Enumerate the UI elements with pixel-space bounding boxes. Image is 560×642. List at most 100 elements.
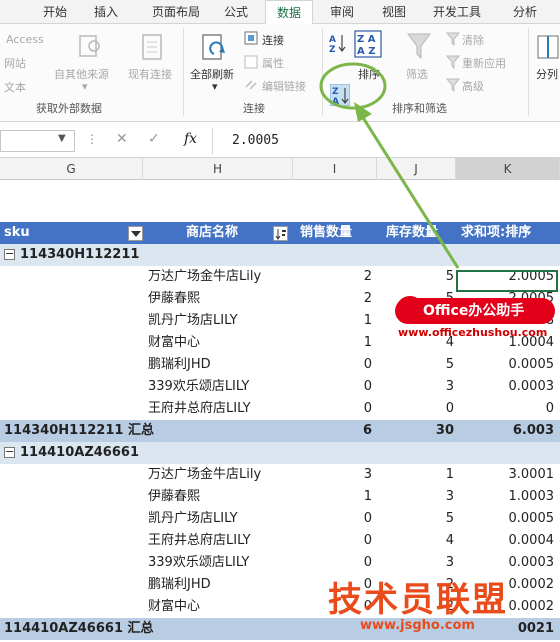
subtotal-row[interactable]: 114410AZ46661 汇总 0021 [0, 618, 560, 640]
stock-qty: 3 [445, 489, 454, 504]
insert-function-icon[interactable]: fx [184, 131, 197, 147]
tab-page-layout[interactable]: 页面布局 [136, 0, 216, 24]
sales-qty: 0 [363, 401, 372, 416]
access-button[interactable]: Access [6, 33, 44, 46]
site-watermark-logo: 技术员联盟 [328, 580, 508, 620]
pivot-header-row: sku 商店名称 销售数量 库存数量 求和项:排序 [0, 222, 560, 244]
sum-sort: 0.0003 [508, 379, 555, 394]
filter-button[interactable]: 筛选 [406, 66, 428, 82]
column-header-k[interactable]: K [456, 158, 560, 180]
sum-sort: 0.0005 [508, 511, 555, 526]
store-name: 万达广场金牛店Lily [148, 467, 262, 482]
sum-sort: 3.0001 [508, 467, 555, 482]
stock-qty: 1 [445, 467, 454, 482]
properties-button[interactable]: 属性 [262, 55, 284, 71]
sum-sort: 0.0005 [508, 357, 555, 372]
properties-icon [244, 55, 258, 69]
table-row[interactable]: 王府井总府店LILY 0 4 0.0004 [0, 530, 560, 552]
formula-bar: ▼ ⋮ ✕ ✓ fx 2.0005 [0, 124, 560, 158]
enter-icon[interactable]: ✓ [148, 131, 160, 147]
text-to-columns-button[interactable]: 分列 [536, 66, 558, 82]
subtotal-stock: 30 [435, 423, 454, 438]
sales-qty: 0 [363, 511, 372, 526]
existing-connections-button[interactable]: 现有连接 [128, 66, 172, 82]
reapply-button[interactable]: 重新应用 [462, 55, 506, 71]
annotation-arrow [354, 102, 460, 269]
svg-text:A: A [329, 35, 336, 45]
sales-qty: 0 [363, 533, 372, 548]
subtotal-label: 114340H112211 汇总 [4, 423, 154, 438]
tab-data[interactable]: 数据 [265, 0, 313, 25]
web-button[interactable]: 网站 [4, 55, 26, 71]
table-row[interactable]: 鹏瑞利JHD 0 5 0.0005 [0, 354, 560, 376]
table-row[interactable]: 王府井总府店LILY 0 0 0 [0, 398, 560, 420]
stock-qty: 5 [445, 511, 454, 526]
site-watermark-url: www.jsgho.com [360, 618, 475, 633]
sum-sort: 1.0003 [508, 489, 555, 504]
group-row[interactable]: − 114410AZ46661 [0, 442, 560, 464]
sort-icon[interactable]: Z A A Z [354, 30, 382, 60]
table-row[interactable]: 339欢乐颂店LILY 0 3 0.0003 [0, 552, 560, 574]
tab-insert[interactable]: 插入 [82, 0, 130, 24]
sales-qty: 0 [363, 357, 372, 372]
pivot-header-sku: sku [4, 225, 30, 240]
column-headers: G H I J K [0, 158, 560, 180]
formula-input[interactable]: 2.0005 [232, 133, 279, 148]
column-header-h[interactable]: H [143, 158, 293, 180]
stock-qty: 3 [445, 555, 454, 570]
stock-qty: 5 [445, 357, 454, 372]
svg-text:Z A: Z A [357, 34, 376, 45]
advanced-button[interactable]: 高级 [462, 78, 484, 94]
store-name: 伊藤春熙 [148, 291, 201, 306]
tab-view[interactable]: 视图 [370, 0, 418, 24]
sum-sort: 0.0004 [508, 533, 555, 548]
group-sku-label: 114340H112211 [20, 247, 140, 262]
sales-qty: 0 [363, 555, 372, 570]
advanced-icon [446, 78, 460, 92]
edit-links-icon [245, 80, 257, 90]
pivot-header-sum: 求和项:排序 [461, 225, 532, 240]
table-row[interactable]: 伊藤春熙 1 3 1.0003 [0, 486, 560, 508]
formula-bar-grip-icon: ⋮ [86, 132, 98, 146]
column-header-g[interactable]: G [0, 158, 143, 180]
sort-a-to-z-icon[interactable]: A Z [328, 32, 348, 54]
store-name: 339欢乐颂店LILY [148, 555, 250, 570]
group-row[interactable]: − 114340H112211 [0, 244, 560, 266]
table-row[interactable]: 万达广场金牛店Lily 3 1 3.0001 [0, 464, 560, 486]
tab-review[interactable]: 审阅 [318, 0, 366, 24]
tab-developer[interactable]: 开发工具 [424, 0, 490, 24]
edit-links-button[interactable]: 编辑链接 [262, 78, 306, 94]
collapse-icon[interactable]: − [4, 446, 15, 458]
tab-analyze[interactable]: 分析 [498, 0, 552, 24]
tab-formulas[interactable]: 公式 [212, 0, 260, 24]
active-cell-k[interactable] [456, 270, 558, 292]
clear-button[interactable]: 清除 [462, 32, 484, 48]
tab-home[interactable]: 开始 [30, 0, 80, 24]
store-name: 伊藤春熙 [148, 489, 201, 504]
name-box-dropdown-icon[interactable]: ▼ [58, 133, 66, 144]
collapse-icon[interactable]: − [4, 248, 15, 260]
cancel-icon[interactable]: ✕ [116, 131, 128, 147]
text-button[interactable]: 文本 [4, 79, 26, 95]
store-name: 万达广场金牛店Lily [148, 269, 262, 284]
table-row[interactable]: 339欢乐颂店LILY 0 3 0.0003 [0, 376, 560, 398]
table-row[interactable]: 凯丹广场店LILY 0 5 0.0005 [0, 508, 560, 530]
connections-button[interactable]: 连接 [262, 32, 284, 48]
subtotal-label: 114410AZ46661 汇总 [4, 621, 154, 636]
stock-qty: 3 [445, 379, 454, 394]
store-name: 凯丹广场店LILY [148, 313, 238, 328]
sales-qty: 1 [363, 335, 372, 350]
store-name: 王府井总府店LILY [148, 401, 251, 416]
office-watermark: Office办公助手 [395, 298, 555, 324]
svg-text:A Z: A Z [357, 46, 375, 57]
ribbon-data: Access 网站 文本 自其他来源 ▾ 现有连接 获取外部数据 全部刷新 ▾ … [0, 24, 560, 122]
subtotal-sales: 6 [362, 423, 372, 438]
chevron-down-icon [131, 231, 141, 237]
subtotal-sum: 6.003 [512, 423, 554, 438]
sales-qty: 1 [363, 313, 372, 328]
ribbon-tab-bar: 开始 插入 页面布局 公式 数据 审阅 视图 开发工具 分析 [0, 0, 560, 25]
refresh-all-icon [202, 34, 225, 60]
group-label-connections: 连接 [243, 102, 265, 115]
subtotal-row[interactable]: 114340H112211 汇总 6 30 6.003 [0, 420, 560, 442]
reapply-icon [446, 55, 460, 69]
